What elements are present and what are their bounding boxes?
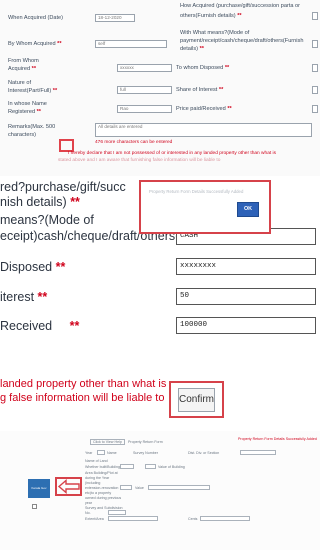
mode-text-2: payment/receipt/cash/cheque/draft/others…: [180, 38, 304, 44]
property-return-link[interactable]: Property Return Form: [128, 440, 163, 444]
cents-label: Cents: [188, 517, 198, 521]
name-label-2: Registered **: [8, 109, 41, 115]
mode-input[interactable]: [312, 40, 318, 48]
nature-label-2: Interest(Part/Full) **: [8, 88, 58, 94]
row-label-4: (including: [85, 481, 101, 485]
kerala-logo-icon: Kerala Gov: [28, 479, 50, 498]
acquired-date-input[interactable]: 18-12-2020: [95, 14, 135, 22]
declaration-zoom-1: landed property other than what is: [0, 378, 167, 390]
success-heading: Property Return Form Details Successfull…: [238, 437, 317, 441]
extent-input[interactable]: [108, 516, 158, 521]
year-input[interactable]: [97, 450, 105, 455]
left-arrow-icon: [57, 479, 80, 494]
value-of-building-check[interactable]: [145, 464, 156, 469]
to-whom-input[interactable]: [312, 64, 318, 72]
value-of-building-label: Value of Building: [158, 465, 185, 469]
nature-label-1: Nature of: [8, 80, 32, 86]
built-select[interactable]: [120, 464, 134, 469]
arrow-highlight: [55, 477, 82, 496]
nature-input[interactable]: full: [117, 86, 172, 94]
row-label-6: etc)to a property: [85, 491, 112, 495]
how-acquired-text-1: How Acquired (purchase/gift/succession p…: [180, 3, 301, 9]
row-label-3: during the Year: [85, 476, 110, 480]
how-acquired-input[interactable]: [312, 12, 318, 20]
chars-remaining-hint: 476 more characters can be entered: [95, 140, 173, 145]
price-received-input[interactable]: 100000: [176, 317, 316, 334]
row-label-7: owned during previous: [85, 496, 122, 500]
property-form-top: When Acquired (Date) 18-12-2020 How Acqu…: [0, 0, 320, 180]
dist-select[interactable]: [240, 450, 276, 455]
declaration-text-1: I hereby declare that I am not possessed…: [68, 151, 276, 156]
zoom-row-2: nish details) **: [0, 195, 80, 209]
row-label-8: year: [85, 501, 92, 505]
disposed-label: Disposed **: [0, 260, 66, 274]
remarks-label-2: characters): [8, 132, 36, 138]
row-label-2: Area Building/Plot at: [85, 471, 118, 475]
acquired-by-input[interactable]: self: [95, 40, 167, 48]
to-whom-label: To whom Disposed **: [176, 65, 230, 71]
from-whom-label-2: Acquired **: [8, 66, 36, 72]
how-acquired-text-2: others(Furnish details) **: [180, 13, 242, 19]
name-label-1: In whose Name: [8, 101, 47, 107]
col-survey: Survey Number: [133, 451, 158, 455]
remarks-label-1: Remarks(Max. 500: [8, 124, 56, 130]
price-label: Price paid/Received **: [176, 106, 232, 112]
col-name: Name: [107, 451, 117, 455]
mode-text-3: details) **: [180, 46, 204, 52]
survey-input[interactable]: [108, 510, 126, 515]
received-label: Received **: [0, 319, 80, 333]
declaration-zoom-2: g false information will be liable to: [0, 392, 165, 404]
row-label-0: Name of Land: [85, 459, 108, 463]
zoom-row-3: means?(Mode of: [0, 213, 94, 227]
renovation-input[interactable]: [120, 485, 132, 490]
confirm-button[interactable]: Confirm: [178, 388, 215, 412]
row-label-1: Whether built/Building: [85, 465, 120, 469]
row-label-10: No.: [85, 511, 91, 515]
property-form-bottom: Click to View Help Property Return Form …: [0, 431, 320, 550]
value-input[interactable]: [148, 485, 210, 490]
price-input[interactable]: [312, 105, 318, 113]
ok-button[interactable]: OK: [237, 202, 259, 217]
interest-label: iterest **: [0, 290, 48, 304]
mode-text-1: With What means?(Mode of: [180, 30, 250, 36]
share-input[interactable]: [312, 86, 318, 94]
property-form-zoomed: red?purchase/gift/succ nish details) ** …: [0, 176, 320, 431]
dialog-message: Property Return Form Details Successfull…: [149, 189, 244, 194]
success-dialog: Property Return Form Details Successfull…: [139, 180, 271, 234]
share-of-interest-input[interactable]: 50: [176, 288, 316, 305]
col-dist: Dist. Div. or Section: [188, 451, 220, 455]
value-label: Value: [135, 486, 144, 490]
acquired-by-label: By Whom Acquired **: [8, 41, 62, 47]
cents-input[interactable]: [200, 516, 250, 521]
from-whom-input[interactable]: xxxxxx: [117, 64, 172, 72]
property-checkbox[interactable]: [32, 504, 37, 509]
row-label-11: Extent/Area: [85, 517, 104, 521]
remarks-textarea[interactable]: All details are entered: [95, 123, 312, 137]
row-label-5: extension-renovation: [85, 486, 119, 490]
share-label: Share of Interest **: [176, 87, 224, 93]
col-year: Year: [85, 451, 93, 455]
view-help-link[interactable]: Click to View Help: [90, 439, 125, 446]
disposed-input[interactable]: xxxxxxxx: [176, 258, 316, 275]
declaration-text-2: stated above and I am aware that furnish…: [58, 158, 221, 163]
from-whom-label-1: From Whom: [8, 58, 39, 64]
zoom-row-1: red?purchase/gift/succ: [0, 180, 126, 194]
name-input[interactable]: Rao: [117, 105, 172, 113]
acquired-date-label: When Acquired (Date): [8, 15, 64, 21]
